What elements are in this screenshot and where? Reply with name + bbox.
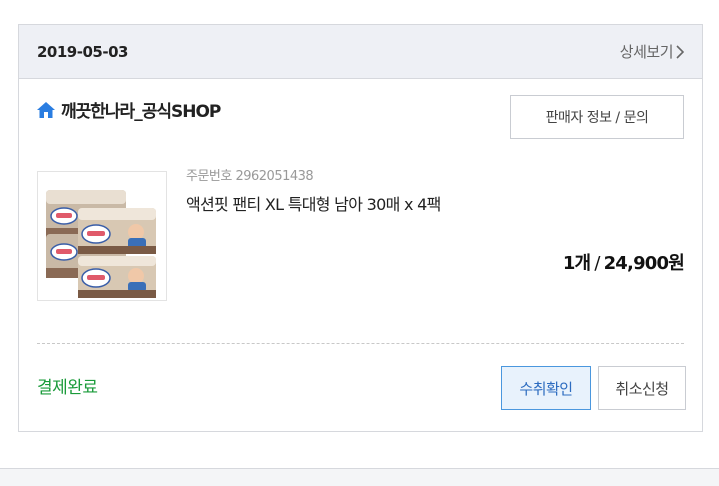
cancel-request-button[interactable]: 취소신청 [598, 366, 686, 410]
divider [37, 343, 684, 344]
detail-link-label: 상세보기 [619, 43, 674, 61]
seller-row[interactable]: 깨끗한나라_공식SHOP [37, 97, 221, 122]
order-date: 2019-05-03 [37, 42, 128, 61]
product-image[interactable] [37, 171, 167, 301]
price-line: 1개/24,900원 [562, 249, 685, 275]
seller-name: 깨끗한나라_공식SHOP [61, 102, 221, 122]
order-number: 주문번호 2962051438 [186, 169, 314, 184]
product-name[interactable]: 액션핏 팬티 XL 특대형 남아 30매 x 4팩 [186, 191, 441, 215]
chevron-right-icon [676, 44, 684, 59]
price-separator: / [594, 253, 600, 274]
confirm-receipt-button[interactable]: 수취확인 [501, 366, 591, 410]
seller-info-button[interactable]: 판매자 정보 / 문의 [510, 95, 684, 139]
diaper-package-illustration [46, 190, 156, 298]
price: 24,900원 [603, 253, 685, 274]
detail-link[interactable]: 상세보기 [620, 41, 684, 62]
order-card: 2019-05-03 상세보기 깨끗한나라_공식SHOP 판매자 정보 / 문의 [18, 24, 703, 432]
order-card-header: 2019-05-03 상세보기 [19, 25, 702, 79]
next-order-card-edge [0, 468, 719, 486]
order-status: 결제완료 [37, 378, 98, 398]
quantity: 1개 [562, 253, 591, 274]
home-icon [37, 101, 55, 118]
